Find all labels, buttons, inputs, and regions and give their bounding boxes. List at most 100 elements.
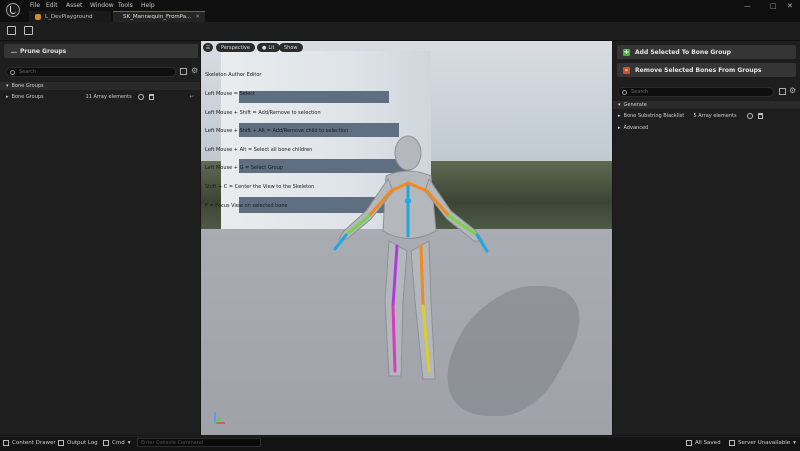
console-command-input[interactable]: Enter Console Command (137, 438, 261, 447)
right-search-input[interactable]: Search (618, 87, 774, 97)
cmd-label: Cmd (112, 440, 125, 446)
server-status[interactable]: Server Unavailable ▾ (729, 438, 796, 448)
bone-groups-row[interactable]: ▸ Bone Groups 11 Array elements ↩ (0, 92, 200, 102)
output-log-button[interactable]: Output Log (58, 438, 98, 448)
more-icon: … (11, 47, 17, 55)
menu-help[interactable]: Help (141, 2, 155, 9)
lit-icon: ● (262, 44, 267, 51)
add-element-icon[interactable] (746, 113, 753, 119)
level-icon (35, 13, 41, 20)
mannequin-skeleton[interactable] (311, 131, 521, 391)
help-line: Left Mouse + G = Select Group (205, 165, 284, 172)
help-line: Shift + C = Center the View to the Skele… (205, 184, 315, 191)
plus-icon: + (623, 47, 630, 56)
cmd-dropdown[interactable]: Cmd ▾ (103, 438, 130, 448)
remove-button-label: Remove Selected Bones From Groups (635, 66, 762, 74)
help-line: Skeleton Author Editor (205, 72, 262, 79)
help-line: Left Mouse = Select (205, 91, 256, 98)
row-label: Bone Substring Blacklist (623, 113, 685, 119)
content-drawer-button[interactable]: Content Drawer (3, 438, 56, 448)
help-line: Left Mouse + Shift + Alt = Add/Remove ch… (205, 128, 349, 135)
remove-from-groups-button[interactable]: – Remove Selected Bones From Groups (617, 63, 796, 77)
prune-groups-label: Prune Groups (20, 47, 67, 55)
menu-file[interactable]: File (30, 2, 40, 9)
chevron-down-icon: ▾ (793, 440, 796, 446)
minimize-icon[interactable]: — (744, 2, 751, 10)
add-to-bone-group-button[interactable]: + Add Selected To Bone Group (617, 45, 796, 59)
show-label: Show (284, 44, 298, 51)
minus-icon: – (623, 65, 630, 74)
right-hand-bone[interactable] (475, 233, 489, 253)
close-icon[interactable]: ✕ (787, 2, 793, 10)
search-placeholder: Search (19, 69, 37, 75)
maximize-icon[interactable]: □ (770, 2, 777, 10)
advanced-label: Advanced (623, 125, 649, 131)
viewport-options-button[interactable]: ☰ (203, 43, 213, 52)
toolbar (0, 22, 800, 41)
section-title: Generate (623, 102, 647, 108)
chevron-down-icon: ▾ (618, 102, 621, 108)
perspective-button[interactable]: Perspective (216, 43, 255, 52)
lit-button[interactable]: ● Lit (257, 43, 280, 52)
tab-skeletal-mesh[interactable]: SK_Mannequin_FromPa... ✕ (113, 11, 205, 22)
tab-label: SK_Mannequin_FromPa... (123, 14, 192, 20)
content-drawer-label: Content Drawer (12, 440, 56, 446)
viewport-help-text: Skeleton Author Editor Left Mouse = Sele… (205, 60, 349, 221)
generate-section[interactable]: ▾ Generate (613, 101, 800, 109)
menu-tools[interactable]: Tools (118, 2, 133, 9)
server-label: Server Unavailable (738, 440, 791, 446)
unreal-logo-icon[interactable] (6, 3, 20, 17)
chevron-right-icon[interactable]: ▸ (618, 125, 621, 131)
console-placeholder: Enter Console Command (141, 439, 204, 446)
head-joint[interactable] (405, 198, 411, 204)
mannequin-head (394, 135, 422, 171)
save-icon[interactable] (7, 26, 16, 35)
trash-icon[interactable] (757, 113, 763, 119)
server-icon (729, 440, 735, 446)
tab-label: L_DevPlayground (45, 13, 93, 20)
left-calf-bone[interactable] (391, 304, 397, 373)
chevron-down-icon: ▾ (127, 440, 131, 446)
trash-icon[interactable] (148, 94, 154, 100)
menu-window[interactable]: Window (90, 2, 114, 9)
row-value: 11 Array elements (85, 94, 132, 100)
terminal-icon (103, 440, 109, 446)
settings-gear-icon[interactable]: ⚙ (789, 87, 796, 95)
menu-edit[interactable]: Edit (46, 2, 58, 9)
save-status-icon (686, 440, 692, 446)
content-drawer-icon (3, 440, 9, 446)
tab-level[interactable]: L_DevPlayground (29, 11, 111, 22)
right-thigh-bone[interactable] (419, 244, 425, 308)
grid-view-icon[interactable] (180, 68, 187, 75)
chevron-right-icon[interactable]: ▸ (6, 94, 9, 100)
all-saved-status[interactable]: All Saved (686, 438, 721, 448)
search-icon (10, 69, 15, 75)
section-title: Bone Groups (11, 83, 44, 89)
reset-arrow-icon[interactable]: ↩ (190, 94, 194, 100)
advanced-row[interactable]: ▸ Advanced (613, 123, 800, 133)
viewport[interactable]: ☰ Perspective ● Lit Show Skeleton Author… (201, 41, 612, 435)
axis-gizmo-icon (214, 412, 225, 424)
chevron-down-icon: ▾ (6, 83, 9, 89)
show-button[interactable]: Show (279, 43, 303, 52)
grid-view-icon[interactable] (779, 88, 786, 95)
lit-label: Lit (268, 44, 275, 51)
output-log-label: Output Log (67, 440, 98, 446)
add-element-icon[interactable] (137, 94, 144, 100)
chevron-right-icon[interactable]: ▸ (618, 113, 621, 119)
tab-close-icon[interactable]: ✕ (195, 14, 200, 20)
left-search-input[interactable]: Search (6, 67, 176, 77)
bone-substring-blacklist-row[interactable]: ▸ Bone Substring Blacklist 5 Array eleme… (613, 111, 800, 121)
saved-label: All Saved (695, 440, 721, 446)
prune-groups-button[interactable]: … Prune Groups (4, 44, 198, 58)
output-log-icon (58, 440, 64, 446)
perspective-label: Perspective (221, 44, 250, 51)
search-icon (622, 89, 627, 95)
help-line: F = Focus View on selected bone (205, 202, 288, 209)
menu-asset[interactable]: Asset (66, 2, 82, 9)
settings-gear-icon[interactable]: ⚙ (191, 67, 198, 75)
bone-groups-section[interactable]: ▾ Bone Groups (0, 82, 200, 90)
help-line: Left Mouse + Alt = Select all bone child… (205, 146, 313, 153)
browse-icon[interactable] (24, 26, 33, 35)
hamburger-icon: ☰ (205, 44, 211, 51)
